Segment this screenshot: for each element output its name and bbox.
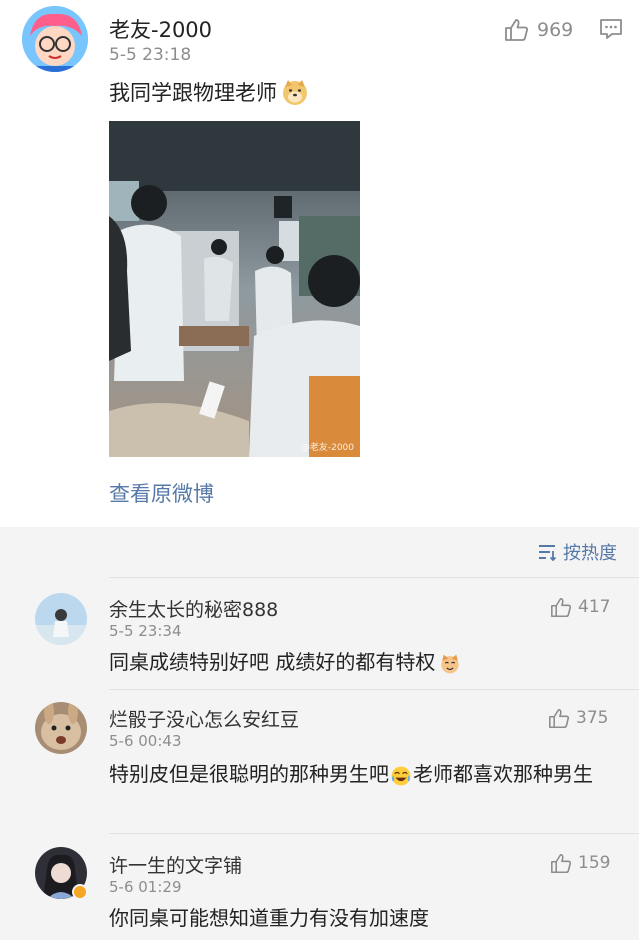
post-author-avatar[interactable] (22, 6, 88, 72)
comment-like-button[interactable]: 375 (548, 706, 608, 730)
comment-timestamp: 5-5 23:34 (109, 622, 182, 640)
comment-like-count: 159 (578, 853, 611, 873)
thumbs-up-icon (551, 853, 572, 873)
commenter-name[interactable]: 许一生的文字铺 (109, 851, 242, 878)
comment-like-button[interactable]: 159 (550, 851, 610, 875)
comment-text-content: 特别皮但是很聪明的那种男生吧 (109, 762, 389, 786)
thumbs-up-icon (551, 597, 572, 617)
comment-button[interactable] (599, 18, 623, 44)
comments-section: 按热度 余生太长的秘密888 5-5 23:34 417 同桌成绩特别好吧 成绩… (0, 527, 639, 940)
comment-text: 特别皮但是很聪明的那种男生吧 老师都喜欢那种男生 (109, 757, 609, 791)
comment-timestamp: 5-6 00:43 (109, 732, 182, 750)
doge-icon (283, 80, 307, 105)
post-author-name[interactable]: 老友-2000 (109, 14, 212, 44)
thumbs-up-icon (549, 708, 570, 728)
sort-lines-icon (539, 545, 557, 561)
divider (109, 577, 639, 578)
comment-text-content: 你同桌可能想知道重力有没有加速度 (109, 906, 429, 930)
view-original-link[interactable]: 查看原微博 (109, 478, 214, 508)
comment-like-count: 417 (578, 597, 611, 617)
cat-emoji-icon (441, 654, 460, 673)
comment-text-content-continued: 老师都喜欢那种男生 (413, 762, 593, 786)
comment-text-content: 同桌成绩特别好吧 成绩好的都有特权 (109, 650, 436, 674)
comment-timestamp: 5-6 01:29 (109, 878, 182, 896)
thumbs-up-icon (505, 19, 528, 41)
post-photo[interactable]: @老友-2000 (109, 121, 360, 457)
commenter-avatar[interactable] (35, 593, 87, 645)
laugh-cry-emoji-icon (391, 766, 411, 785)
sort-label: 按热度 (563, 543, 617, 564)
post-text: 我同学跟物理老师 (109, 77, 309, 107)
commenter-name[interactable]: 烂骰子没心怎么安红豆 (109, 705, 299, 732)
post-like-button[interactable]: 969 (504, 17, 573, 43)
comment-like-button[interactable]: 417 (550, 595, 610, 619)
photo-watermark: @老友-2000 (300, 443, 354, 453)
verified-badge-icon (72, 884, 88, 900)
comment-like-count: 375 (576, 708, 609, 728)
comment-text: 同桌成绩特别好吧 成绩好的都有特权 (109, 645, 619, 679)
comment-bubble-icon (600, 19, 622, 39)
comment-text: 你同桌可能想知道重力有没有加速度 (109, 901, 619, 935)
divider (109, 833, 639, 834)
post-like-count: 969 (537, 19, 574, 41)
original-post: 老友-2000 5-5 23:18 969 我同学跟物理老师 @老友-2000 … (0, 0, 639, 527)
divider (109, 689, 639, 690)
post-text-content: 我同学跟物理老师 (109, 81, 277, 105)
commenter-name[interactable]: 余生太长的秘密888 (109, 595, 278, 622)
post-timestamp: 5-5 23:18 (109, 45, 192, 65)
sort-by-hot-button[interactable]: 按热度 (537, 539, 617, 565)
commenter-avatar[interactable] (35, 702, 87, 754)
